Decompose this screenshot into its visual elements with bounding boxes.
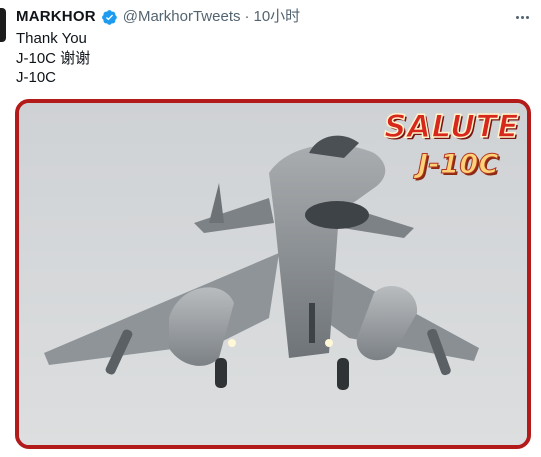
tweet-text-line: Thank You bbox=[16, 30, 87, 47]
tweet[interactable]: MARKHOR @MarkhorTweets · 10小时 Thank You … bbox=[0, 0, 541, 457]
overlay-subtitle: J-10C bbox=[417, 149, 499, 180]
tweet-timestamp[interactable]: 10小时 bbox=[254, 7, 301, 27]
author-name[interactable]: MARKHOR bbox=[16, 7, 96, 27]
tweet-media-image[interactable]: SALUTE J-10C bbox=[15, 99, 531, 449]
verified-badge-icon bbox=[101, 9, 117, 25]
avatar[interactable] bbox=[0, 8, 6, 42]
overlay-title: SALUTE bbox=[383, 108, 519, 146]
author-handle[interactable]: @MarkhorTweets bbox=[123, 7, 241, 27]
tweet-header: MARKHOR @MarkhorTweets · 10小时 bbox=[16, 7, 300, 27]
tweet-text-line: J-10C 谢谢 bbox=[16, 49, 91, 67]
more-options-icon[interactable] bbox=[511, 6, 533, 28]
separator-dot: · bbox=[244, 8, 250, 25]
tweet-text-line: J-10C bbox=[16, 69, 57, 86]
tweet-text: Thank You J-10C 谢谢 J-10C bbox=[16, 29, 90, 88]
